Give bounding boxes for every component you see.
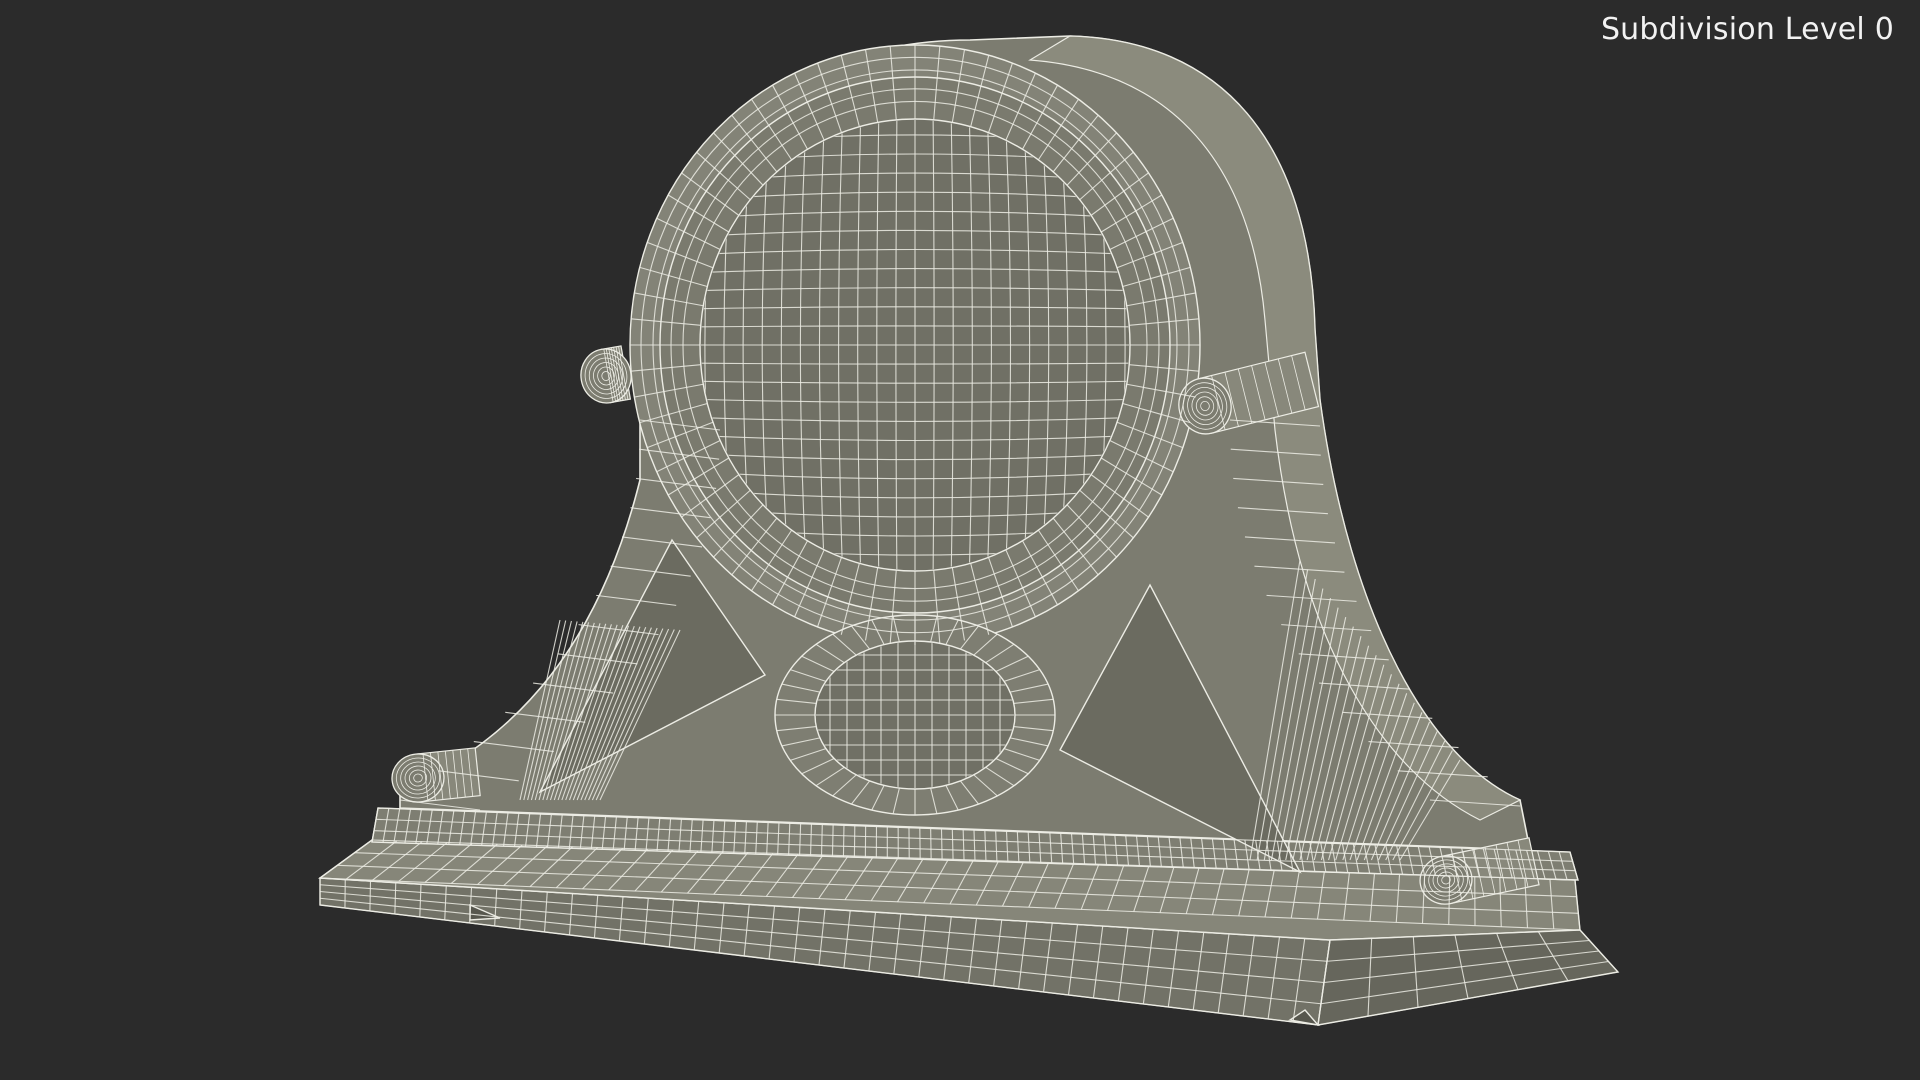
model-solids: [318, 35, 1620, 1027]
wireframe-model-mantel-clock: [318, 35, 1620, 1027]
scroll-top-left: [580, 345, 632, 404]
scroll-bottom-left: [391, 747, 481, 803]
3d-viewport[interactable]: Subdivision Level 0: [0, 0, 1920, 1080]
subdivision-level-label: Subdivision Level 0: [1600, 12, 1894, 47]
